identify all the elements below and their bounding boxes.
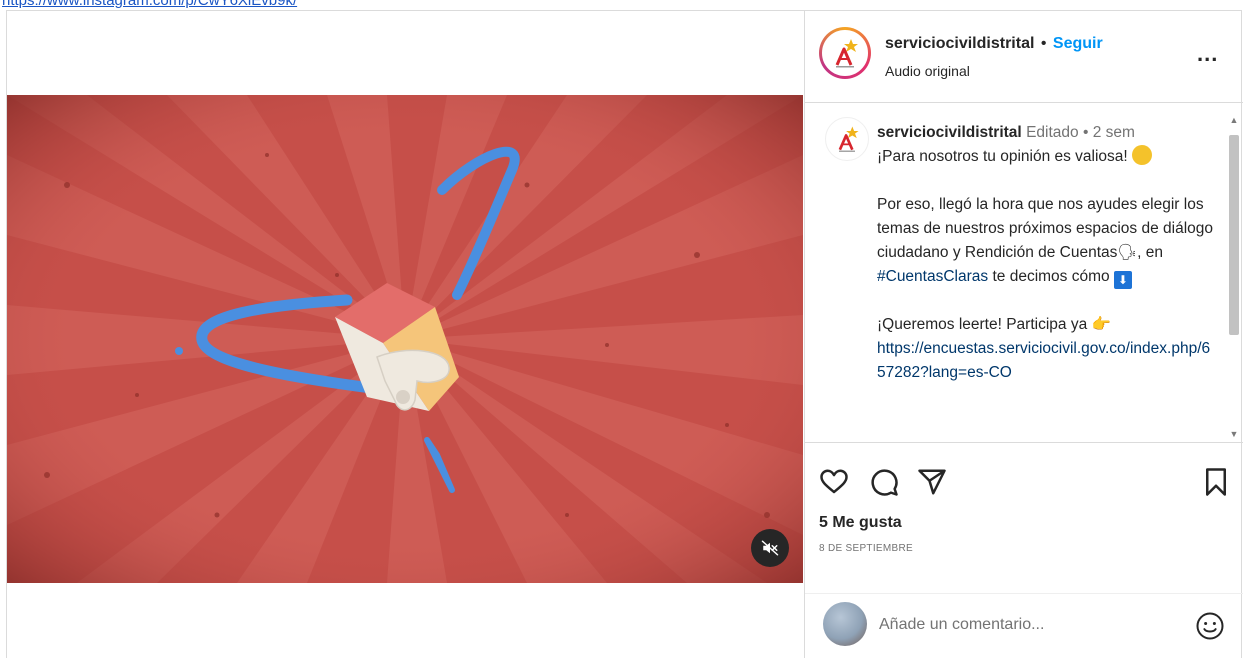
url-bar: https://www.instagram.com/p/CwY6XiEvb9k/ [0,0,1247,10]
video-frame-illustration [7,95,803,583]
emoji-button[interactable] [1195,611,1225,641]
caption-para3: ¡Queremos leerte! Participa ya [877,316,1088,333]
caption-line1-text: ¡Para nosotros tu opinión es valiosa! [877,148,1128,165]
caption-scrollbar[interactable]: ▲ ▼ [1227,111,1241,439]
caption-area: serviciocivildistrital Editado • 2 sem ¡… [805,103,1243,443]
share-button[interactable] [917,467,947,497]
more-options-icon[interactable]: ... [1197,41,1218,67]
caption-edited: Editado [1026,124,1079,141]
action-bar [805,459,1243,503]
post-url-link[interactable]: https://www.instagram.com/p/CwY6XiEvb9k/ [2,0,297,9]
scroll-up-arrow-icon[interactable]: ▲ [1229,115,1239,125]
speaking-head-emoji-icon: 🗣 [1117,244,1138,261]
heart-icon [820,469,848,494]
comment-bar [805,593,1243,658]
instagram-post: serviciocivildistrital • Seguir Audio or… [6,10,1243,658]
emoji-icon [1196,612,1224,640]
speaker-muted-icon [761,540,779,556]
user-avatar [823,602,867,646]
mute-button[interactable] [751,529,789,567]
caption-line1: ¡Para nosotros tu opinión es valiosa! [877,145,1217,169]
post-header: serviciocivildistrital • Seguir Audio or… [805,11,1243,103]
down-arrow-emoji-icon: ⬇ [1113,271,1132,289]
brand-logo-icon [838,126,859,152]
header-separator: • [1040,35,1047,52]
survey-link[interactable]: https://encuestas.serviciocivil.gov.co/i… [877,337,1217,385]
caption-paragraph-2: Por eso, llegó la hora que nos ayudes el… [877,193,1217,289]
bookmark-icon [1206,468,1226,496]
follow-button[interactable]: Seguir [1053,35,1103,52]
pointing-hand-emoji-icon: 👉 [1091,316,1111,333]
like-button[interactable] [819,467,849,497]
comment-input[interactable] [879,612,1179,638]
comment-icon [871,469,898,496]
scroll-down-arrow-icon[interactable]: ▼ [1229,429,1239,439]
caption-separator: • [1082,124,1089,141]
hashtag-link[interactable]: #CuentasClaras [877,268,988,285]
caption-first-line: serviciocivildistrital Editado • 2 sem [877,121,1217,145]
header-avatar[interactable] [819,27,871,79]
header-username[interactable]: serviciocivildistrital [885,35,1034,52]
caption-para2-c: te decimos cómo [992,268,1110,285]
likes-count[interactable]: 5 Me gusta [819,514,902,532]
star-struck-emoji-icon [1132,145,1153,165]
send-icon [918,469,946,495]
caption-paragraph-3: ¡Queremos leerte! Participa ya 👉 https:/… [877,313,1217,385]
post-video[interactable] [7,95,803,583]
post-date[interactable]: 8 DE SEPTIEMBRE [819,543,913,554]
header-user-line: serviciocivildistrital • Seguir [885,35,1103,53]
brand-logo-icon [835,39,858,68]
caption-text: serviciocivildistrital Editado • 2 sem ¡… [877,121,1217,385]
comment-button[interactable] [869,467,899,497]
caption-para2-b: , en [1137,244,1163,261]
audio-label[interactable]: Audio original [885,63,970,79]
scroll-thumb[interactable] [1229,135,1239,335]
caption-avatar[interactable] [825,117,869,161]
save-button[interactable] [1201,467,1231,497]
post-side-panel: serviciocivildistrital • Seguir Audio or… [804,11,1243,658]
caption-time[interactable]: 2 sem [1093,124,1135,141]
caption-username[interactable]: serviciocivildistrital [877,124,1022,141]
